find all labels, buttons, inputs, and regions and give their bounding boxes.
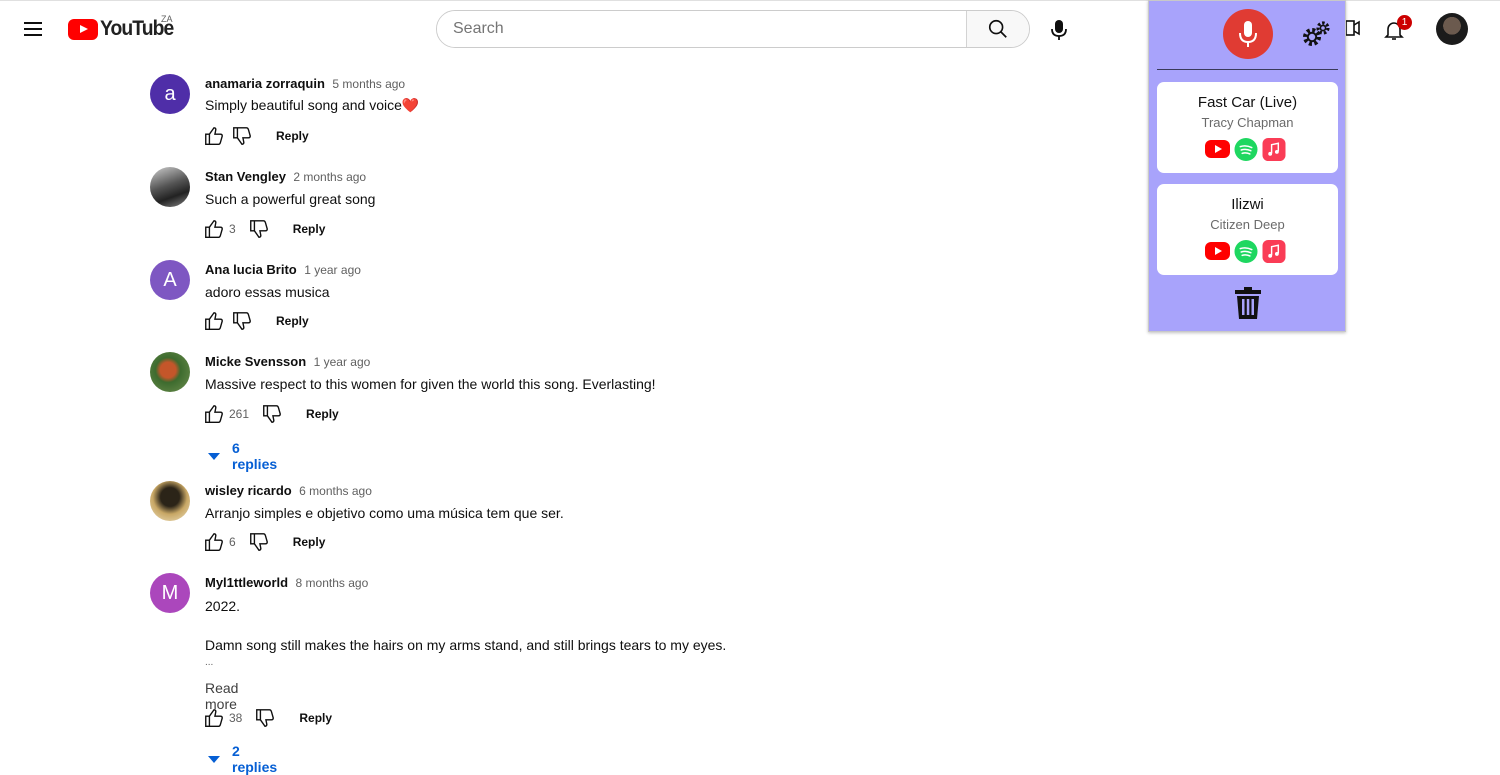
comment-author[interactable]: anamaria zorraquin: [205, 76, 325, 91]
panel-divider: [1157, 69, 1338, 70]
comment-header: Stan Vengley 2 months ago: [205, 168, 366, 186]
trash-icon[interactable]: [1235, 287, 1261, 319]
comment-time[interactable]: 6 months ago: [299, 484, 372, 498]
comment-time[interactable]: 8 months ago: [296, 576, 369, 590]
reply-button[interactable]: Reply: [306, 407, 339, 421]
song-links: [1205, 240, 1286, 263]
comment-author[interactable]: wisley ricardo: [205, 483, 292, 498]
comment-time[interactable]: 5 months ago: [332, 77, 405, 91]
create-video-icon[interactable]: [1346, 19, 1360, 39]
song-artist: Citizen Deep: [1210, 217, 1285, 232]
dislike-icon[interactable]: [254, 707, 276, 729]
search-input[interactable]: [437, 11, 969, 47]
dislike-icon[interactable]: [231, 125, 253, 147]
like-count: 6: [229, 535, 236, 549]
spotify-icon[interactable]: [1234, 138, 1258, 161]
account-avatar[interactable]: [1436, 13, 1468, 45]
comment-author[interactable]: Stan Vengley: [205, 169, 286, 184]
like-icon[interactable]: [203, 707, 225, 729]
gear-icon[interactable]: [1301, 19, 1331, 49]
comment-text: adoro essas musica: [205, 284, 330, 300]
comment-header: Myl1ttleworld 8 months ago: [205, 574, 368, 592]
reply-button[interactable]: Reply: [276, 129, 309, 143]
comment-time[interactable]: 1 year ago: [304, 263, 361, 277]
song-artist: Tracy Chapman: [1201, 115, 1294, 130]
comment-author[interactable]: Micke Svensson: [205, 354, 306, 369]
comment-text-ellipsis: ...: [205, 657, 214, 668]
apple-music-icon[interactable]: [1262, 240, 1286, 263]
replies-label: 2 replies: [232, 743, 278, 775]
like-icon[interactable]: [203, 403, 225, 425]
avatar[interactable]: [150, 352, 190, 392]
country-code: ZA: [161, 14, 173, 24]
search-icon: [988, 19, 1007, 38]
avatar[interactable]: M: [150, 573, 190, 613]
avatar[interactable]: A: [150, 260, 190, 300]
like-count: 3: [229, 222, 236, 236]
comment-actions: 38 Reply: [203, 706, 332, 730]
notification-badge: 1: [1397, 15, 1412, 30]
record-button[interactable]: [1223, 9, 1273, 59]
song-recognition-panel: Fast Car (Live) Tracy Chapman Ilizwi Cit…: [1148, 0, 1346, 332]
search-button[interactable]: [966, 11, 1029, 47]
comment-actions: 3 Reply: [203, 217, 325, 241]
search-box: [436, 10, 1030, 48]
comment-header: wisley ricardo 6 months ago: [205, 482, 372, 500]
dislike-icon[interactable]: [261, 403, 283, 425]
like-count: 261: [229, 407, 250, 421]
comment-header: anamaria zorraquin 5 months ago: [205, 75, 405, 93]
avatar[interactable]: a: [150, 74, 190, 114]
dislike-icon[interactable]: [248, 218, 270, 240]
menu-button[interactable]: [17, 13, 49, 45]
apple-music-icon[interactable]: [1262, 138, 1286, 161]
like-icon[interactable]: [203, 310, 225, 332]
comment-time[interactable]: 1 year ago: [314, 355, 371, 369]
comment-text: Massive respect to this women for given …: [205, 376, 656, 392]
chevron-down-icon: [208, 452, 220, 460]
comment-author[interactable]: Ana lucia Brito: [205, 262, 297, 277]
comment-author[interactable]: Myl1ttleworld: [205, 575, 288, 590]
spotify-icon[interactable]: [1234, 240, 1258, 263]
comment-actions: 261 Reply: [203, 402, 339, 426]
like-icon[interactable]: [203, 218, 225, 240]
chevron-down-icon: [208, 755, 220, 763]
comment-header: Ana lucia Brito 1 year ago: [205, 261, 361, 279]
replies-label: 6 replies: [232, 440, 278, 472]
avatar[interactable]: [150, 481, 190, 521]
song-title: Ilizwi: [1231, 196, 1264, 213]
avatar[interactable]: [150, 167, 190, 207]
song-title: Fast Car (Live): [1197, 94, 1298, 111]
reply-button[interactable]: Reply: [276, 314, 309, 328]
voice-search-button[interactable]: [1044, 13, 1074, 45]
youtube-icon[interactable]: [1205, 140, 1230, 158]
song-links: [1205, 138, 1286, 161]
reply-button[interactable]: Reply: [293, 222, 326, 236]
comment-text: Such a powerful great song: [205, 191, 376, 207]
youtube-icon[interactable]: [1205, 242, 1230, 260]
song-card: Fast Car (Live) Tracy Chapman: [1157, 82, 1338, 173]
comment-actions: 6 Reply: [203, 530, 325, 554]
comment-time[interactable]: 2 months ago: [293, 170, 366, 184]
comment-header: Micke Svensson 1 year ago: [205, 353, 370, 371]
microphone-icon: [1051, 20, 1067, 40]
comment-text: Simply beautiful song and voice❤️: [205, 97, 420, 113]
menu-icon: [24, 22, 42, 24]
dislike-icon[interactable]: [231, 310, 253, 332]
comment-actions: Reply: [203, 309, 309, 333]
like-icon[interactable]: [203, 531, 225, 553]
reply-button[interactable]: Reply: [293, 535, 326, 549]
comment-text-line: 2022.: [205, 598, 241, 614]
dislike-icon[interactable]: [248, 531, 270, 553]
comment-text: Arranjo simples e objetivo como uma músi…: [205, 505, 564, 521]
microphone-icon: [1239, 21, 1257, 47]
like-icon[interactable]: [203, 125, 225, 147]
youtube-logo-icon: [68, 18, 98, 40]
like-count: 38: [229, 711, 243, 725]
view-replies-button[interactable]: 2 replies: [208, 743, 277, 775]
comment-text-line: Damn song still makes the hairs on my ar…: [205, 637, 727, 653]
song-card: Ilizwi Citizen Deep: [1157, 184, 1338, 275]
reply-button[interactable]: Reply: [299, 711, 332, 725]
view-replies-button[interactable]: 6 replies: [208, 440, 277, 472]
comment-actions: Reply: [203, 124, 309, 148]
